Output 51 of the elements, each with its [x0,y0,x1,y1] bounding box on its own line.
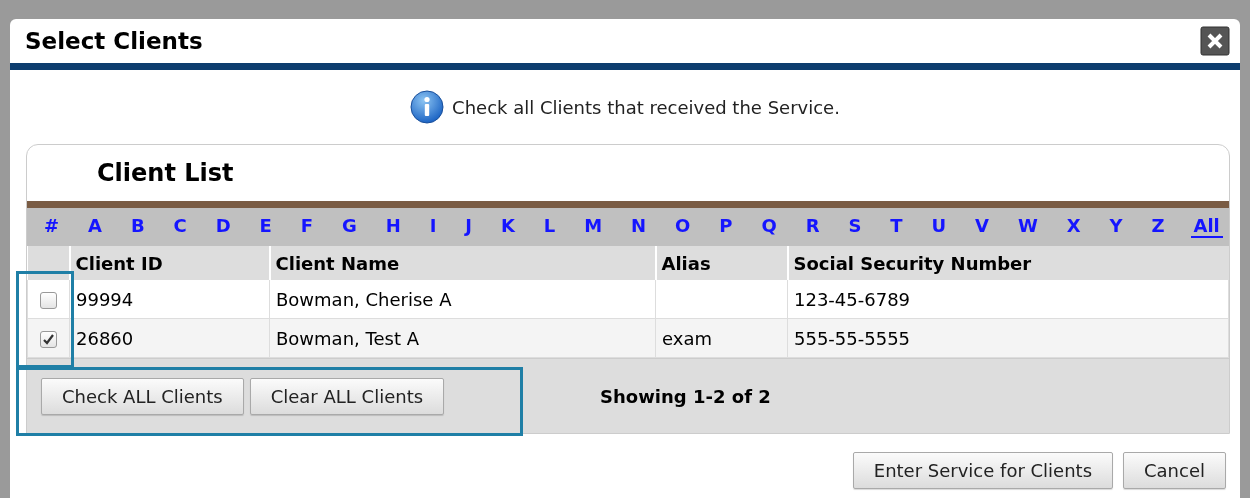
table-cell: 123-45-6789 [787,280,1229,319]
letter-link[interactable]: V [972,216,993,238]
table-cell: 555-55-5555 [787,318,1229,358]
column-header: Alias [655,246,788,280]
table-cell: 99994 [69,280,270,319]
info-message: Check all Clients that received the Service. [452,96,840,118]
row-checkbox[interactable] [40,292,57,309]
letter-link[interactable]: U [928,216,950,238]
letter-link[interactable]: Q [758,216,780,238]
column-header: Client Name [269,246,656,280]
letter-link[interactable]: A [85,216,105,238]
letter-link[interactable]: L [540,216,559,238]
letter-link[interactable]: # [41,216,63,238]
table-cell: exam [655,318,788,358]
letter-link[interactable]: Y [1106,216,1126,238]
letter-link[interactable]: W [1014,216,1041,238]
table-cell: Bowman, Cherise A [269,280,656,319]
letter-link[interactable]: G [339,216,360,238]
cancel-button[interactable]: Cancel [1123,452,1226,489]
letter-link[interactable]: P [716,216,736,238]
letter-link[interactable]: N [628,216,650,238]
letter-link[interactable]: F [297,216,317,238]
letter-link[interactable]: H [382,216,404,238]
panel-title: Client List [97,159,234,187]
clear-all-button[interactable]: Clear ALL Clients [249,377,445,415]
letter-link[interactable]: All [1190,216,1223,238]
table-cell: Bowman, Test A [269,318,656,358]
letter-link[interactable]: D [212,216,234,238]
dialog-title: Select Clients [25,28,203,54]
close-icon[interactable] [1200,26,1230,56]
letter-link[interactable]: X [1063,216,1084,238]
row-checkbox[interactable] [40,331,57,348]
letter-link[interactable]: S [845,216,865,238]
letter-link[interactable]: C [170,216,190,238]
paging-status: Showing 1-2 of 2 [600,385,771,407]
check-all-button[interactable]: Check ALL Clients [41,377,244,415]
letter-link[interactable]: R [802,216,823,238]
letter-link[interactable]: T [887,216,906,238]
enter-service-button[interactable]: Enter Service for Clients [852,452,1113,489]
letter-link[interactable]: E [256,216,275,238]
column-header: Client ID [69,246,270,280]
column-header: Social Security Number [787,246,1229,280]
letter-link[interactable]: I [426,216,440,238]
letter-link[interactable]: M [581,216,606,238]
letter-link[interactable]: Z [1148,216,1168,238]
info-icon [410,90,445,124]
letter-link[interactable]: K [497,216,518,238]
letter-link[interactable]: O [672,216,694,238]
table-cell: 26860 [69,318,270,358]
letter-link[interactable]: B [127,216,148,238]
letter-link[interactable]: J [462,216,475,238]
